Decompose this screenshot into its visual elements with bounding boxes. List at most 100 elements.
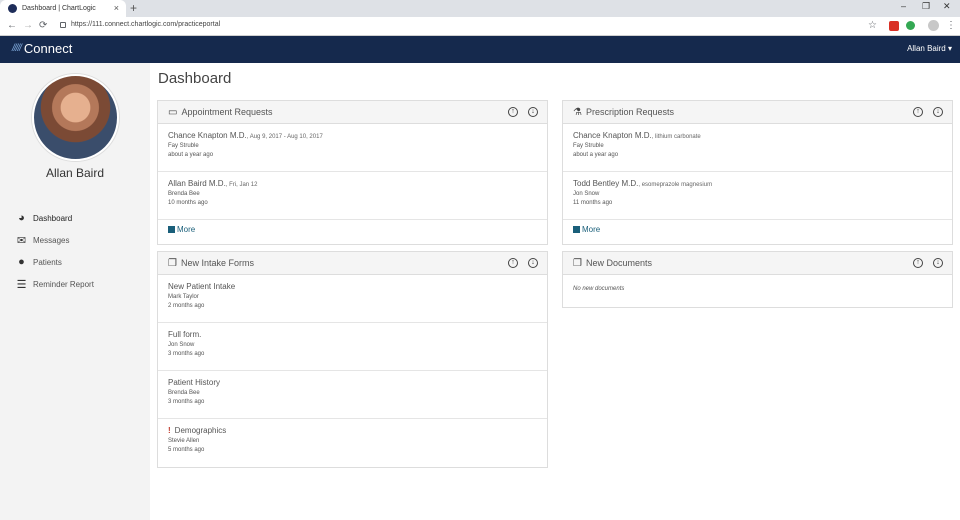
back-arrow-icon[interactable]: ← [7, 20, 17, 31]
address-bar: ← → ⟳ https://111.connect.chartlogic.com… [0, 17, 960, 36]
collapse-up-icon[interactable]: ↑ [508, 258, 518, 268]
profile-avatar-icon[interactable] [928, 20, 939, 31]
maximize-button[interactable]: ❐ [922, 1, 930, 12]
collapse-up-icon[interactable]: ↑ [913, 107, 923, 117]
calendar-icon: ▭ [168, 106, 178, 118]
window-close-button[interactable]: ✕ [943, 1, 951, 12]
panel-title: Prescription Requests [585, 107, 675, 117]
list-item-time: 2 months ago [168, 303, 205, 309]
browser-tab[interactable]: Dashboard | ChartLogic × [0, 0, 126, 17]
forward-arrow-icon[interactable]: → [23, 20, 33, 31]
list-icon: ☰ [16, 278, 27, 291]
list-item-time: 5 months ago [168, 447, 205, 453]
list-item-time: 3 months ago [168, 351, 205, 357]
panel-title: New Intake Forms [180, 258, 254, 268]
url-field[interactable]: https://111.connect.chartlogic.com/pract… [71, 21, 220, 28]
list-item-title: Todd Bentley M.D., esomeprazole magnesiu… [573, 179, 713, 188]
reload-icon[interactable]: ⟳ [39, 20, 47, 31]
list-item[interactable]: Todd Bentley M.D., esomeprazole magnesiu… [563, 172, 952, 220]
external-link-icon [573, 226, 580, 233]
chartlogic-favicon-icon [8, 4, 17, 13]
expand-down-icon[interactable]: ↓ [933, 107, 943, 117]
panel-header: ⚗ Prescription Requests ↑ ↓ [563, 101, 952, 124]
expand-down-icon[interactable]: ↓ [528, 107, 538, 117]
sidebar-item-label: Reminder Report [33, 279, 94, 289]
flask-icon: ⚗ [573, 106, 582, 118]
list-item-patient: Fay Struble [168, 143, 199, 149]
more-link[interactable]: More [563, 220, 952, 239]
list-item-patient: Brenda Bee [168, 191, 200, 197]
user-icon: ● [18, 256, 25, 268]
list-item-time: 10 months ago [168, 200, 208, 206]
list-item[interactable]: Allan Baird M.D., Fri, Jan 12 Brenda Bee… [158, 172, 547, 220]
list-item-patient: Stevie Allen [168, 438, 200, 444]
list-item-title: ! Demographics [168, 426, 227, 435]
list-item[interactable]: Full form. Jon Snow 3 months ago [158, 323, 547, 371]
app-header: ///// Connect Allan Baird ▾ [0, 36, 960, 63]
list-item-title: Chance Knapton M.D., Aug 9, 2017 - Aug 1… [168, 131, 323, 140]
page-title: Dashboard [158, 70, 232, 87]
panel-header: ❐ New Intake Forms ↑ ↓ [158, 252, 547, 275]
sidebar: Allan Baird ◕ Dashboard ✉ Messages ● Pat… [0, 63, 150, 520]
logo-bars-icon: ///// [12, 43, 22, 54]
tachometer-icon: ◕ [18, 212, 25, 224]
copy-icon: ❐ [168, 257, 177, 269]
envelope-icon: ✉ [16, 234, 27, 247]
sidebar-item-label: Patients [33, 257, 62, 267]
expand-down-icon[interactable]: ↓ [933, 258, 943, 268]
extension-red-icon[interactable] [889, 21, 899, 31]
sidebar-user-name: Allan Baird [45, 166, 105, 180]
lock-icon [60, 22, 66, 28]
external-link-icon [168, 226, 175, 233]
sidebar-item-reminder-report[interactable]: ☰ Reminder Report [14, 273, 94, 295]
more-link[interactable]: More [158, 220, 547, 239]
list-item[interactable]: Chance Knapton M.D., lithium carbonate F… [563, 124, 952, 172]
panel-title: New Documents [585, 258, 652, 268]
browser-menu-icon[interactable]: ⋮ [946, 20, 956, 31]
tab-title: Dashboard | ChartLogic [22, 5, 96, 12]
list-item-title: Patient History [168, 378, 221, 387]
logo-text: Connect [23, 41, 73, 56]
tab-close-icon[interactable]: × [114, 3, 119, 13]
list-item-patient: Mark Taylor [168, 294, 199, 300]
appointment-requests-panel: ▭ Appointment Requests ↑ ↓ Chance Knapto… [157, 100, 548, 245]
extension-green-icon[interactable] [906, 21, 915, 30]
collapse-up-icon[interactable]: ↑ [913, 258, 923, 268]
empty-state-text: No new documents [573, 286, 625, 292]
bookmark-star-icon[interactable]: ☆ [868, 20, 877, 31]
list-item[interactable]: Chance Knapton M.D., Aug 9, 2017 - Aug 1… [158, 124, 547, 172]
list-item-patient: Jon Snow [573, 191, 600, 197]
user-avatar [32, 74, 119, 161]
collapse-up-icon[interactable]: ↑ [508, 107, 518, 117]
sidebar-item-messages[interactable]: ✉ Messages [14, 229, 94, 251]
list-item-title: New Patient Intake [168, 282, 236, 291]
panel-header: ❐ New Documents ↑ ↓ [563, 252, 952, 275]
connect-logo[interactable]: ///// Connect [12, 41, 72, 56]
list-item[interactable]: New Patient Intake Mark Taylor 2 months … [158, 275, 547, 323]
expand-down-icon[interactable]: ↓ [528, 258, 538, 268]
list-item-patient: Fay Struble [573, 143, 604, 149]
minimize-button[interactable]: – [901, 1, 906, 11]
sidebar-item-patients[interactable]: ● Patients [14, 251, 94, 273]
panel-title: Appointment Requests [181, 107, 273, 117]
list-item-time: 3 months ago [168, 399, 205, 405]
list-item[interactable]: Patient History Brenda Bee 3 months ago [158, 371, 547, 419]
list-item-patient: Brenda Bee [168, 390, 200, 396]
list-item-title: Allan Baird M.D., Fri, Jan 12 [168, 179, 258, 188]
panel-header: ▭ Appointment Requests ↑ ↓ [158, 101, 547, 124]
list-item-title: Chance Knapton M.D., lithium carbonate [573, 131, 701, 140]
browser-tab-bar: Dashboard | ChartLogic × + – ❐ ✕ [0, 0, 960, 17]
user-menu[interactable]: Allan Baird ▾ [907, 44, 952, 53]
list-item-time: about a year ago [168, 152, 214, 158]
copy-icon: ❐ [573, 257, 582, 269]
new-intake-forms-panel: ❐ New Intake Forms ↑ ↓ New Patient Intak… [157, 251, 548, 468]
list-item-title: Full form. [168, 330, 202, 339]
list-item-time: about a year ago [573, 152, 619, 158]
new-tab-button[interactable]: + [130, 1, 137, 15]
sidebar-item-label: Dashboard [33, 213, 73, 223]
list-item-time: 11 months ago [573, 200, 613, 206]
sidebar-item-dashboard[interactable]: ◕ Dashboard [14, 207, 94, 229]
sidebar-nav: ◕ Dashboard ✉ Messages ● Patients ☰ Remi… [14, 207, 94, 295]
sidebar-item-label: Messages [33, 235, 70, 245]
list-item[interactable]: ! Demographics Stevie Allen 5 months ago [158, 419, 547, 467]
